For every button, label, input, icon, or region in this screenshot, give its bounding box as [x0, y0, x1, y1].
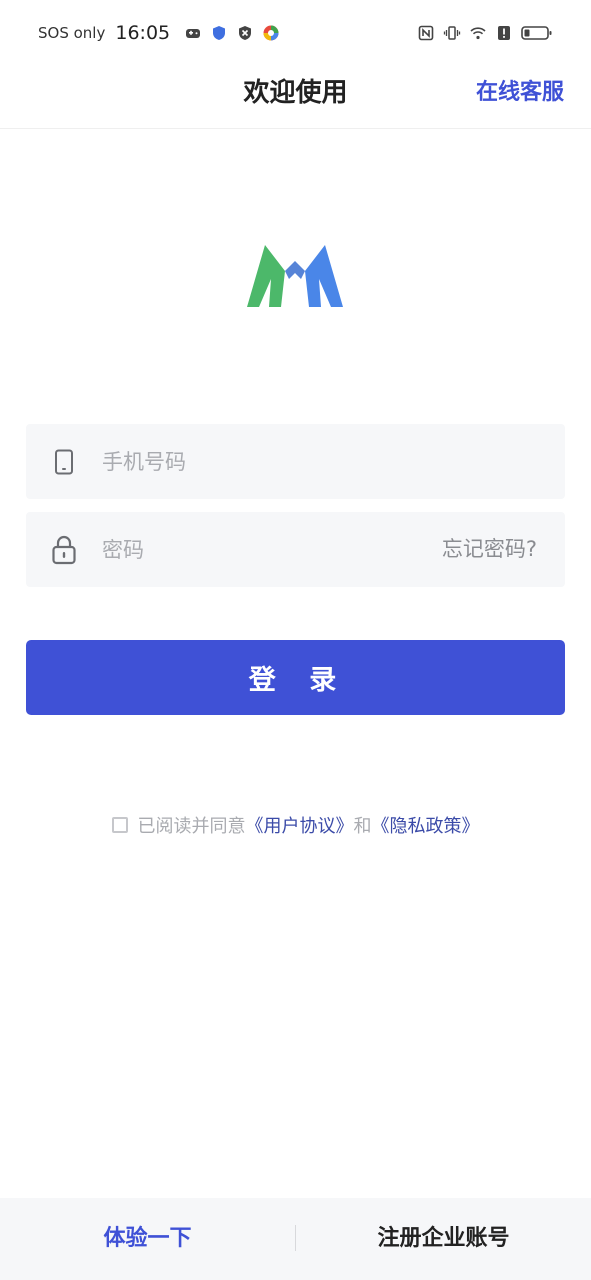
clock: 16:05	[115, 22, 171, 44]
app-colorful-icon	[263, 25, 279, 41]
nfc-icon	[418, 25, 434, 41]
agreement-prefix: 已阅读并同意	[137, 816, 246, 837]
logo-center	[285, 261, 305, 279]
phone-field[interactable]	[26, 424, 565, 499]
shield-icon	[213, 26, 226, 40]
logo-left-half	[247, 245, 285, 307]
login-button[interactable]: 登 录	[26, 640, 565, 715]
header: 欢迎使用 在线客服	[0, 66, 591, 129]
alert-icon	[498, 26, 510, 40]
agreement-checkbox[interactable]	[111, 817, 128, 833]
user-agreement-link[interactable]: 《用户协议》	[246, 812, 354, 838]
mobile-phone-icon	[55, 449, 73, 475]
register-company-button[interactable]: 注册企业账号	[296, 1198, 591, 1280]
agreement-conjunction: 和	[353, 816, 372, 837]
carrier-text: SOS only	[38, 24, 106, 42]
battery-icon	[521, 26, 552, 40]
game-controller-icon	[186, 29, 201, 38]
status-bar: SOS only 16:05	[0, 0, 591, 66]
agreement-row: 已阅读并同意 《用户协议》 和 《隐私政策》	[0, 810, 591, 840]
status-right	[417, 24, 553, 42]
password-input[interactable]	[102, 512, 402, 587]
app-logo	[247, 245, 343, 307]
try-demo-button[interactable]: 体验一下	[0, 1198, 295, 1280]
bottom-bar: 体验一下 注册企业账号	[0, 1198, 591, 1280]
online-service-link[interactable]: 在线客服	[476, 66, 564, 120]
status-left: SOS only 16:05	[38, 22, 280, 44]
forgot-password-link[interactable]: 忘记密码?	[442, 512, 537, 587]
lock-icon	[52, 535, 76, 565]
password-field[interactable]: 忘记密码?	[26, 512, 565, 587]
notification-icons	[184, 24, 280, 42]
wifi-icon	[470, 27, 486, 40]
vibrate-icon	[443, 26, 461, 40]
phone-input[interactable]	[102, 424, 402, 499]
logo-right-half	[305, 245, 343, 307]
blocked-shield-icon	[239, 26, 252, 40]
privacy-policy-link[interactable]: 《隐私政策》	[372, 812, 480, 838]
